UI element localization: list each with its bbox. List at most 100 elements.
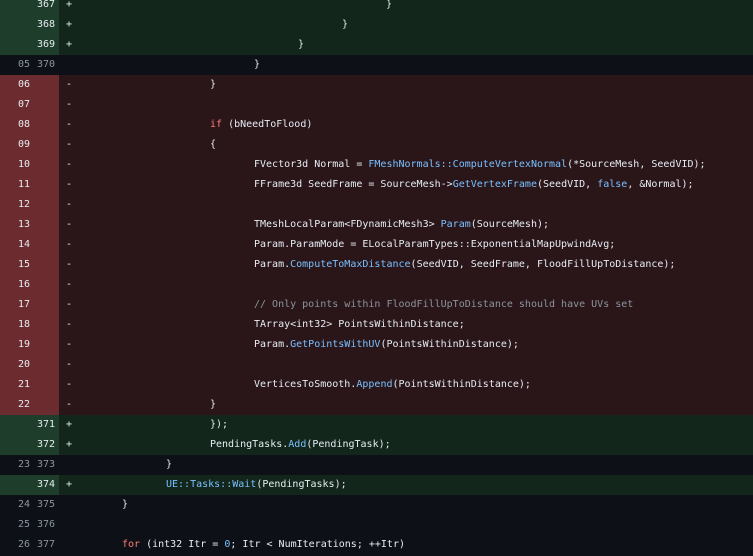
diff-sign: + <box>66 419 73 430</box>
old-line-number[interactable] <box>0 0 30 15</box>
code-function: GetVertexFrame <box>452 179 537 190</box>
old-line-number[interactable]: 05 <box>0 55 30 75</box>
new-line-number[interactable]: 377 <box>30 535 59 555</box>
old-line-number[interactable]: 13 <box>0 215 30 235</box>
old-line-number[interactable]: 11 <box>0 175 30 195</box>
old-line-number[interactable]: 06 <box>0 75 30 95</box>
new-line-number[interactable] <box>30 295 59 315</box>
diff-sign: - <box>66 379 73 390</box>
code-cell: - TMeshLocalParam<FDynamicMesh3> Param(So… <box>59 215 753 235</box>
code-cell: - Param.ComputeToMaxDistance(SeedVID, See… <box>59 255 753 275</box>
code-comment: // Only points within FloodFillUpToDista… <box>254 299 634 310</box>
new-line-number[interactable] <box>30 335 59 355</box>
diff-view: 367 +} 368 +} 369 +} 05 370} 06-} 07-08- if (bNeed… <box>0 0 753 556</box>
new-line-number[interactable] <box>30 175 59 195</box>
new-line-number[interactable] <box>30 75 59 95</box>
old-line-number[interactable]: 18 <box>0 315 30 335</box>
diff-line-add: 369 +} <box>0 35 753 55</box>
diff-line-ctx: 23 373} <box>0 455 753 475</box>
new-line-number[interactable]: 370 <box>30 55 59 75</box>
old-line-number[interactable]: 07 <box>0 95 30 115</box>
new-line-number[interactable] <box>30 95 59 115</box>
old-line-number[interactable]: 09 <box>0 135 30 155</box>
code-text: } <box>210 395 216 415</box>
line-numbers: 05 370 <box>0 55 59 75</box>
diff-sign: - <box>66 159 73 170</box>
old-line-number[interactable]: 24 <box>0 495 30 515</box>
old-line-number[interactable]: 14 <box>0 235 30 255</box>
new-line-number[interactable] <box>30 355 59 375</box>
old-line-number[interactable]: 23 <box>0 455 30 475</box>
line-numbers: 22 <box>0 395 59 415</box>
diff-sign: - <box>66 339 73 350</box>
old-line-number[interactable] <box>0 475 30 495</box>
old-line-number[interactable]: 19 <box>0 335 30 355</box>
code-function: ComputeToMaxDistance <box>290 259 411 270</box>
code-cell: +} <box>59 15 753 35</box>
line-numbers: 23 373 <box>0 455 59 475</box>
code-text: UE::Tasks::Wait(PendingTasks); <box>166 475 347 495</box>
diff-sign: - <box>66 179 73 190</box>
new-line-number[interactable]: 371 <box>30 415 59 435</box>
new-line-number[interactable]: 369 <box>30 35 59 55</box>
diff-line-del: 12 - <box>0 195 753 215</box>
code-text: } <box>166 455 172 475</box>
old-line-number[interactable]: 10 <box>0 155 30 175</box>
new-line-number[interactable] <box>30 255 59 275</box>
new-line-number[interactable]: 368 <box>30 15 59 35</box>
old-line-number[interactable]: 15 <box>0 255 30 275</box>
new-line-number[interactable] <box>30 215 59 235</box>
line-numbers: 13 <box>0 215 59 235</box>
diff-sign: + <box>66 39 73 50</box>
old-line-number[interactable]: 21 <box>0 375 30 395</box>
new-line-number[interactable]: 374 <box>30 475 59 495</box>
new-line-number[interactable] <box>30 235 59 255</box>
new-line-number[interactable] <box>30 155 59 175</box>
diff-sign: - <box>66 139 73 150</box>
diff-line-add: 368 +} <box>0 15 753 35</box>
new-line-number[interactable]: 375 <box>30 495 59 515</box>
old-line-number[interactable] <box>0 415 30 435</box>
new-line-number[interactable] <box>30 315 59 335</box>
old-line-number[interactable]: 17 <box>0 295 30 315</box>
old-line-number[interactable] <box>0 435 30 455</box>
code-function: UE::Tasks::Wait <box>166 479 257 490</box>
old-line-number[interactable] <box>0 15 30 35</box>
code-token: } <box>298 39 305 50</box>
line-numbers: 368 <box>0 15 59 35</box>
new-line-number[interactable]: 376 <box>30 515 59 535</box>
old-line-number[interactable]: 08 <box>0 115 30 135</box>
new-line-number[interactable] <box>30 195 59 215</box>
new-line-number[interactable] <box>30 115 59 135</box>
code-cell: - VerticesToSmooth.Append(PointsWithinDis… <box>59 375 753 395</box>
old-line-number[interactable]: 16 <box>0 275 30 295</box>
new-line-number[interactable] <box>30 395 59 415</box>
code-token: (*SourceMesh, SeedVID); <box>567 159 706 170</box>
diff-line-del: 07 - <box>0 95 753 115</box>
new-line-number[interactable]: 373 <box>30 455 59 475</box>
code-text: FFrame3d SeedFrame = SourceMesh->GetVert… <box>254 175 694 195</box>
new-line-number[interactable] <box>30 275 59 295</box>
code-cell: - <box>59 355 753 375</box>
code-text: } <box>342 15 348 35</box>
code-function: GetPointsWithUV <box>290 339 381 350</box>
old-line-number[interactable]: 26 <box>0 535 30 555</box>
old-line-number[interactable]: 12 <box>0 195 30 215</box>
old-line-number[interactable]: 20 <box>0 355 30 375</box>
diff-sign: + <box>66 0 73 10</box>
old-line-number[interactable]: 25 <box>0 515 30 535</box>
code-cell: -} <box>59 75 753 95</box>
code-text: } <box>122 495 128 515</box>
new-line-number[interactable] <box>30 375 59 395</box>
old-line-number[interactable] <box>0 35 30 55</box>
code-token: (SourceMesh); <box>470 219 550 230</box>
new-line-number[interactable]: 367 <box>30 0 59 15</box>
old-line-number[interactable]: 22 <box>0 395 30 415</box>
code-token: } <box>210 79 217 90</box>
new-line-number[interactable]: 372 <box>30 435 59 455</box>
code-cell: - <box>59 95 753 115</box>
code-token: Param. <box>254 339 291 350</box>
code-cell: - FVector3d Normal = FMeshNormals::Comput… <box>59 155 753 175</box>
code-token: } <box>342 19 349 30</box>
new-line-number[interactable] <box>30 135 59 155</box>
